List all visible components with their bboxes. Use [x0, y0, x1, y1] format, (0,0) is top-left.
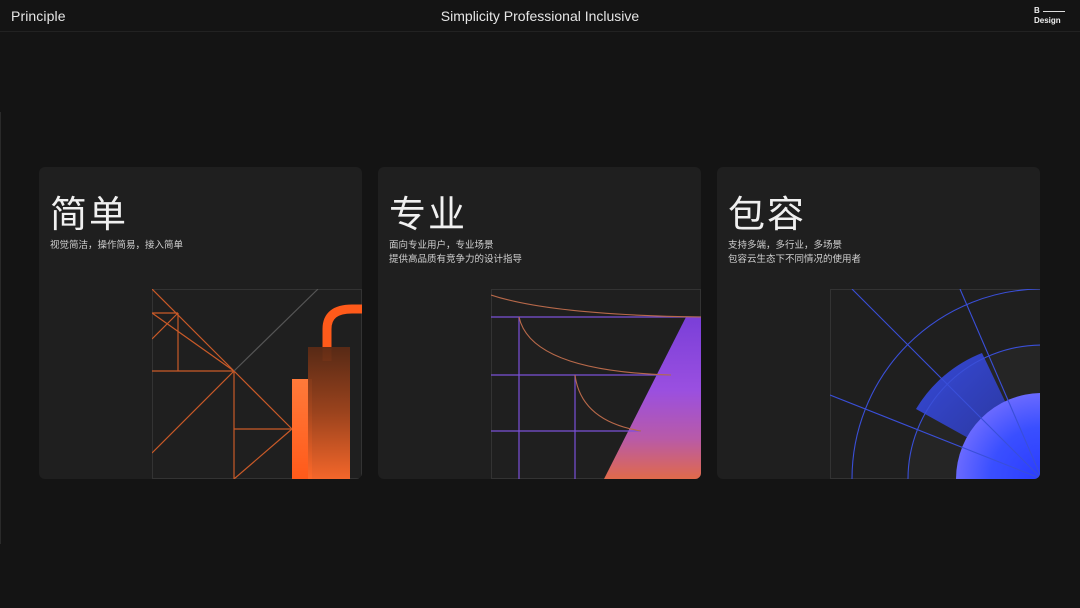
logo-bar	[1043, 11, 1065, 12]
card-description: 面向专业用户，专业场景 提供高品质有竞争力的设计指导	[389, 239, 522, 267]
logo-bottom-text: Design	[1034, 16, 1061, 25]
b-design-logo[interactable]: B Design	[1034, 7, 1068, 27]
orange-geometric-illustration	[152, 289, 362, 479]
blue-radial-illustration	[830, 289, 1040, 479]
card-desc-line: 支持多端，多行业，多场景	[728, 240, 843, 251]
top-bar: Principle Simplicity Professional Inclus…	[0, 0, 1080, 32]
card-desc-line: 包容云生态下不同情况的使用者	[728, 254, 862, 265]
card-title: 简单	[50, 193, 128, 236]
page-title: Simplicity Professional Inclusive	[440, 8, 640, 24]
card-desc-line: 面向专业用户，专业场景	[389, 240, 494, 251]
card-description: 视觉简洁，操作简易，接入简单	[50, 239, 183, 253]
card-desc-line: 提供高品质有竞争力的设计指导	[389, 254, 523, 265]
card-description: 支持多端，多行业，多场景 包容云生态下不同情况的使用者	[728, 239, 861, 267]
card-desc-line: 视觉简洁，操作简易，接入简单	[50, 240, 184, 251]
purple-triangle-illustration	[491, 289, 701, 479]
card-professional: 专业 面向专业用户，专业场景 提供高品质有竞争力的设计指导	[378, 167, 701, 479]
left-edge-divider	[0, 112, 1, 544]
card-title: 包容	[728, 193, 806, 236]
card-title: 专业	[389, 193, 467, 236]
card-inclusive: 包容 支持多端，多行业，多场景 包容云生态下不同情况的使用者	[717, 167, 1040, 479]
card-simplicity: 简单 视觉简洁，操作简易，接入简单	[39, 167, 362, 479]
logo-top-text: B	[1034, 6, 1040, 15]
